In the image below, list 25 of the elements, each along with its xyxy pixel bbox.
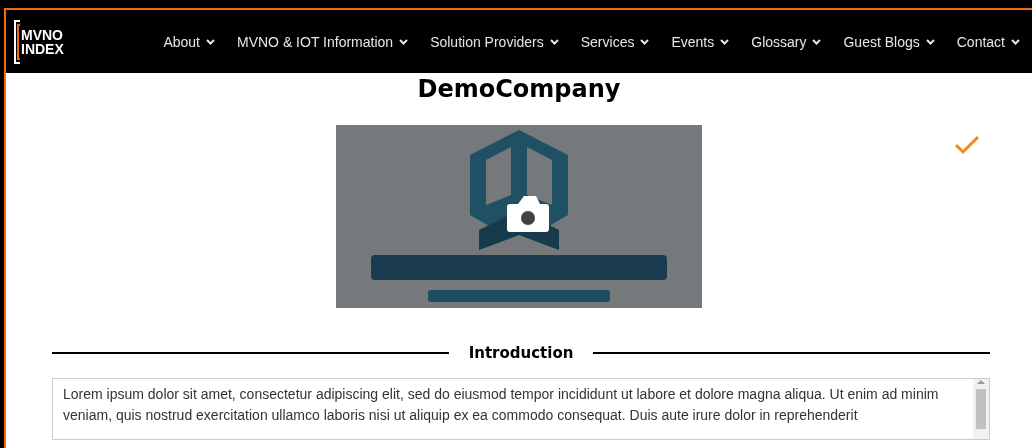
brand-logo[interactable]: MVNO INDEX [14, 18, 66, 65]
scroll-up-icon[interactable] [977, 379, 985, 385]
introduction-field[interactable]: Lorem ipsum dolor sit amet, consectetur adipiscing elit, sed do eiusmod tempor incididunt ut labore et dolore magna aliqua. Ut enim ad minim veniam, quis nostrud exercitation ullamco laboris nisi ut aliquip ex ea commodo consequat. Duis aute irure dolor in reprehenderit [52, 378, 990, 440]
scrollbar[interactable] [973, 379, 989, 439]
bracket-icon [14, 18, 20, 65]
chevron-down-icon [812, 38, 822, 45]
chevron-down-icon [549, 38, 559, 45]
company-title: DemoCompany [416, 75, 622, 103]
nav-menu-item[interactable]: About [153, 33, 225, 50]
chevron-down-icon [640, 38, 650, 45]
nav-menu-item[interactable]: Services [570, 33, 660, 50]
nav-menu-item[interactable]: Contact [946, 33, 1030, 50]
nav-menu-item[interactable]: Events [661, 33, 740, 50]
nav-menu-item[interactable]: Solution Providers [420, 33, 569, 50]
chevron-down-icon [720, 38, 730, 45]
chevron-down-icon [206, 38, 215, 45]
nav-menu-item[interactable]: Glossary [741, 33, 832, 50]
brand-name: MVNO INDEX [21, 27, 64, 56]
nav-menu-item[interactable]: MVNO & IOT Information [227, 33, 419, 50]
chevron-down-icon [1011, 38, 1020, 45]
nav-menu-item[interactable]: Guest Blogs [833, 33, 945, 50]
chevron-down-icon [925, 38, 935, 45]
section-heading: Introduction [467, 344, 575, 362]
camera-icon[interactable] [506, 194, 550, 234]
chevron-down-icon [399, 38, 409, 45]
